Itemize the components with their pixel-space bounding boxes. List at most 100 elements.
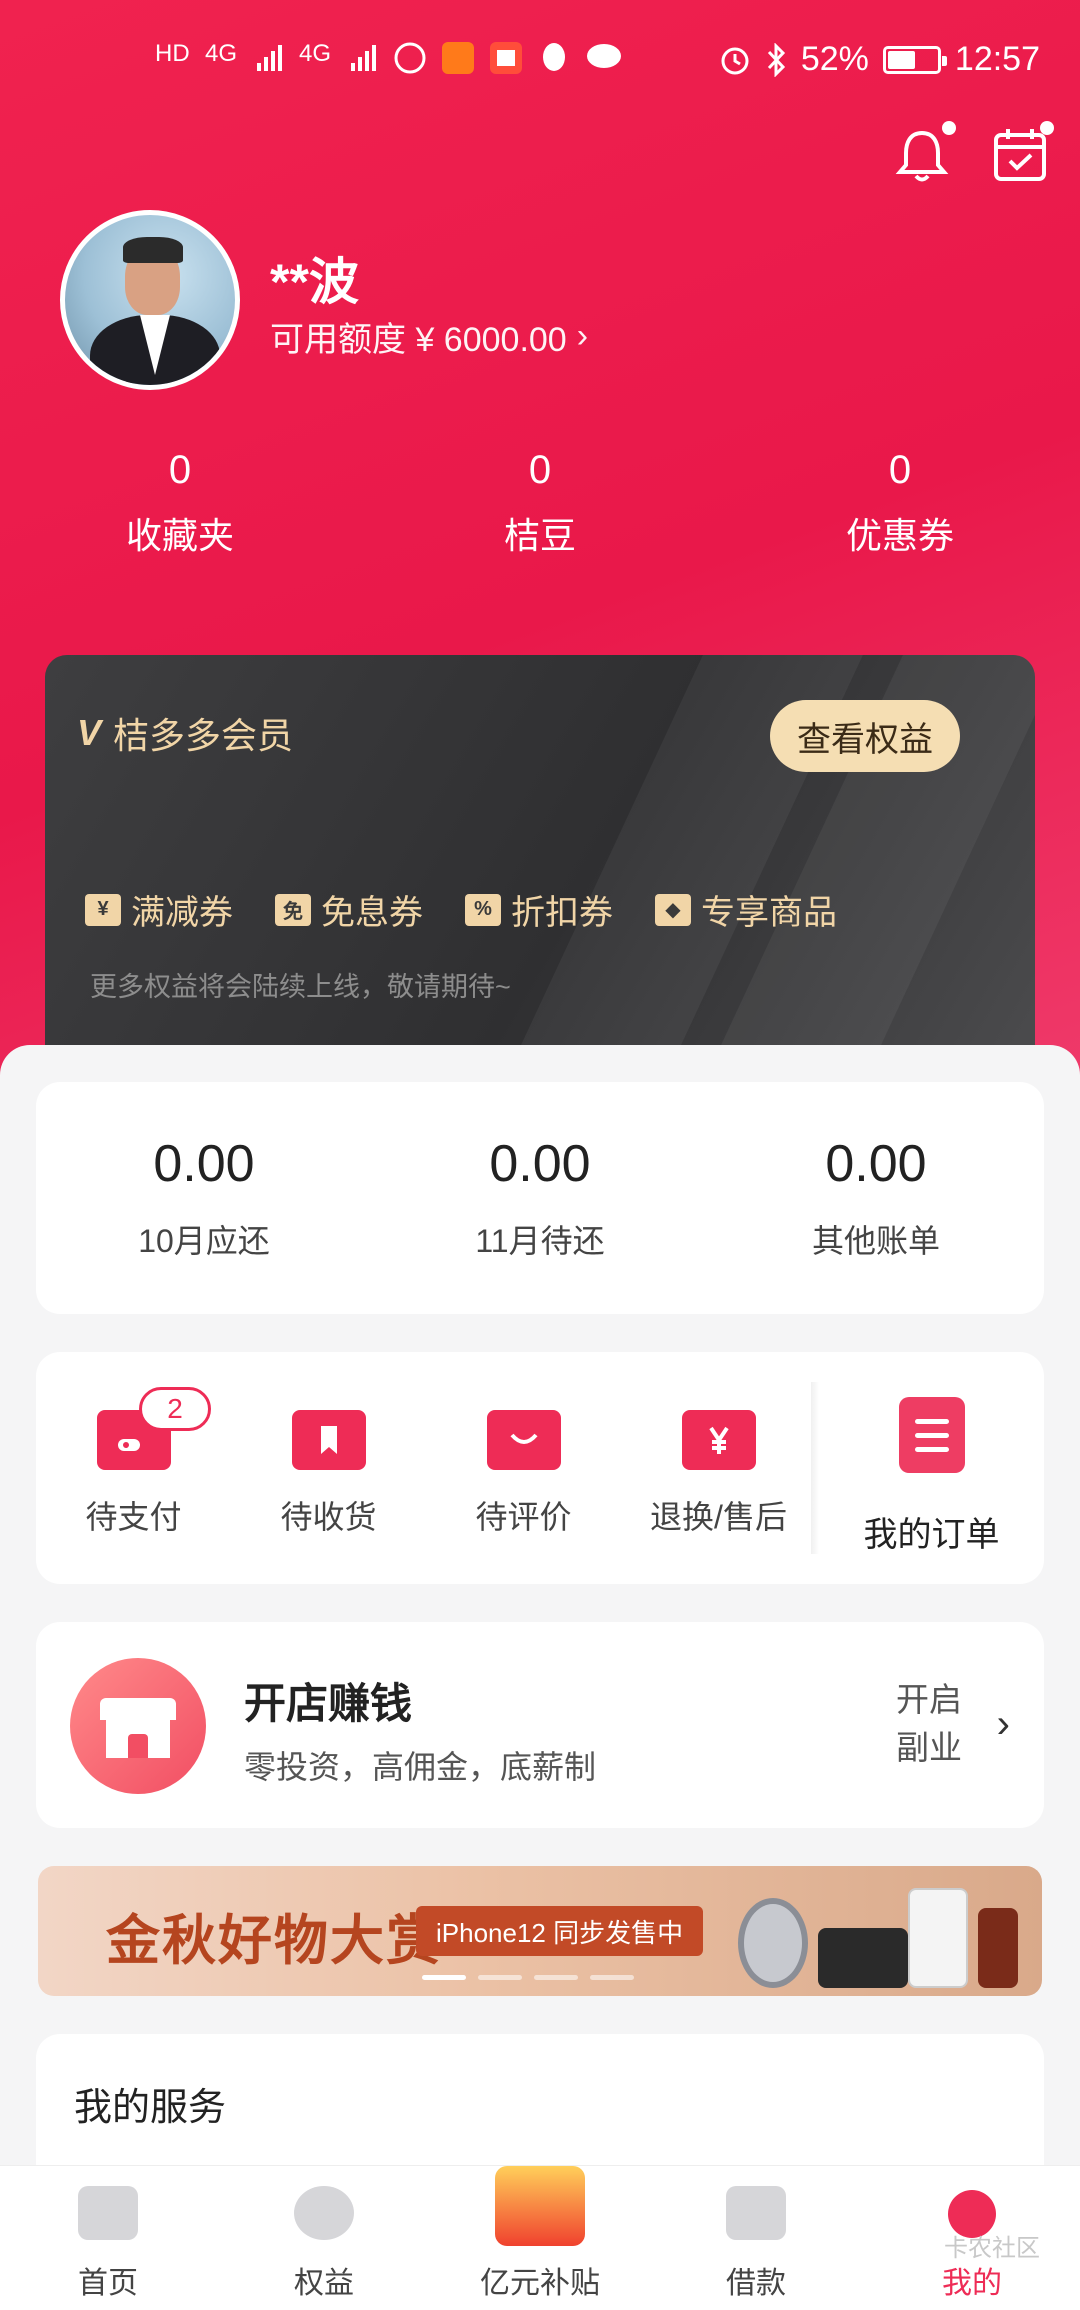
bill-amount: 0.00	[489, 1135, 591, 1193]
perk-label: 折扣券	[511, 894, 613, 932]
coupon-icon: ¥	[85, 893, 121, 926]
shop-title: 开店赚钱	[244, 1680, 413, 1727]
signal-bars-icon	[351, 45, 376, 71]
shop-roof	[100, 1698, 176, 1720]
perk-label: 专享商品	[701, 894, 837, 932]
battery-icon	[882, 45, 947, 74]
order-label: 退换/售后	[650, 1499, 787, 1535]
package-icon	[291, 1410, 366, 1470]
stat-favorites[interactable]: 0 收藏夹	[0, 448, 360, 559]
my-orders-label: 我的订单	[863, 1516, 1000, 1554]
stat-label: 桔豆	[503, 515, 576, 556]
bill-november[interactable]: 0.00 11月待还	[372, 1082, 708, 1314]
status-icons-left: HD 4G 4G	[155, 40, 623, 76]
status-bar: HD 4G 4G 52% 12:57	[0, 0, 1080, 125]
hd-icon: HD	[155, 40, 190, 67]
shopping-bag-icon	[78, 2186, 138, 2240]
wallet-clasp-icon	[117, 1439, 140, 1451]
tab-subsidy[interactable]: 亿元补贴	[432, 2166, 648, 2310]
credit-limit-link[interactable]: 可用额度 ¥ 6000.00 ›	[270, 312, 588, 361]
carousel-indicator	[422, 1975, 634, 1980]
status-icons-right: 52% 12:57	[719, 40, 1040, 79]
bill-other[interactable]: 0.00 其他账单	[708, 1082, 1044, 1314]
perk-full-reduction-coupon[interactable]: ¥ 满减券	[85, 885, 233, 934]
check-in-button[interactable]	[990, 121, 1054, 185]
carousel-dot	[590, 1975, 634, 1980]
tab-benefits[interactable]: 权益	[216, 2166, 432, 2310]
vip-membership-card[interactable]: V 桔多多会员 查看权益 ¥ 满减券 免 免息券 % 折扣券 ◆ 专享商品 更多…	[45, 655, 1035, 1055]
perk-interest-free-coupon[interactable]: 免 免息券	[275, 885, 423, 934]
bill-label: 11月待还	[475, 1223, 605, 1259]
check-in-dot	[1040, 121, 1054, 135]
order-label: 待评价	[475, 1499, 572, 1535]
stat-beans[interactable]: 0 桔豆	[360, 448, 720, 559]
orange-icon	[294, 2186, 354, 2240]
tab-home[interactable]: 首页	[0, 2166, 216, 2310]
credit-limit-text: 可用额度 ¥ 6000.00	[270, 321, 567, 359]
promo-banner[interactable]: 金秋好物大赏 iPhone12 同步发售中	[38, 1866, 1042, 1996]
alarm-icon	[721, 47, 749, 74]
bill-label: 10月应还	[138, 1223, 270, 1259]
header-actions	[892, 121, 1054, 185]
cosmetic-image	[978, 1908, 1018, 1988]
diamond-icon: ◆	[655, 893, 691, 926]
username: **波	[270, 254, 359, 310]
comment-icon	[486, 1410, 561, 1470]
vip-logo-icon: V	[77, 712, 102, 753]
stat-label: 优惠券	[845, 515, 954, 556]
banner-tag: iPhone12 同步发售中	[416, 1906, 704, 1956]
order-pending-delivery[interactable]: 待收货	[231, 1352, 426, 1584]
perk-discount-coupon[interactable]: % 折扣券	[465, 885, 613, 934]
phone-image	[908, 1888, 968, 1988]
avatar-hair	[123, 237, 183, 263]
stat-label: 收藏夹	[125, 515, 234, 556]
stat-value: 0	[528, 448, 552, 492]
bill-october[interactable]: 0.00 10月应还	[36, 1082, 372, 1314]
tab-loan[interactable]: 借款	[648, 2166, 864, 2310]
tab-label: 首页	[78, 2267, 138, 2300]
order-label: 待支付	[85, 1499, 182, 1535]
chevron-right-icon: ›	[576, 317, 589, 355]
notification-button[interactable]	[892, 121, 956, 185]
view-benefits-button[interactable]: 查看权益	[770, 700, 960, 772]
stat-value: 0	[888, 448, 912, 492]
signal-4g-icon: 4G	[299, 40, 332, 67]
bills-card: 0.00 10月应还 0.00 11月待还 0.00 其他账单	[36, 1082, 1044, 1314]
open-shop-card[interactable]: 开店赚钱 零投资，高佣金，底薪制 开启副业 ›	[36, 1622, 1044, 1828]
battery-fill	[887, 50, 915, 69]
qq-icon	[543, 43, 565, 71]
tab-label: 借款	[726, 2267, 786, 2300]
bill-label: 其他账单	[811, 1223, 940, 1259]
refund-icon	[681, 1410, 756, 1470]
chevron-right-icon: ›	[996, 1702, 1010, 1746]
bill-amount: 0.00	[153, 1135, 255, 1193]
watermark: 卡农社区	[944, 2235, 1040, 2262]
wallet-icon	[726, 2186, 786, 2240]
vip-perks: ¥ 满减券 免 免息券 % 折扣券 ◆ 专享商品	[85, 885, 837, 934]
calendar-check-icon	[994, 129, 1046, 181]
battery-percentage: 52%	[800, 40, 869, 78]
orders-divider	[811, 1382, 819, 1554]
my-orders-button[interactable]: 我的订单	[819, 1352, 1044, 1584]
avatar[interactable]	[60, 210, 240, 390]
banner-products-image	[698, 1878, 1028, 1988]
perk-label: 免息券	[321, 894, 423, 932]
tab-label: 权益	[294, 2267, 354, 2300]
yen-icon	[708, 1426, 729, 1454]
order-pending-payment[interactable]: 2 待支付	[36, 1352, 231, 1584]
order-refund-aftersale[interactable]: 退换/售后	[621, 1352, 816, 1584]
bill-amount: 0.00	[825, 1135, 927, 1193]
reader-icon	[490, 42, 522, 74]
bookmark-icon	[320, 1426, 337, 1454]
clipboard-icon	[898, 1397, 965, 1473]
perk-exclusive-goods[interactable]: ◆ 专享商品	[655, 885, 837, 934]
stat-coupons[interactable]: 0 优惠券	[720, 448, 1080, 559]
order-pending-review[interactable]: 待评价	[426, 1352, 621, 1584]
shop-icon	[70, 1658, 206, 1794]
profile-stats: 0 收藏夹 0 桔豆 0 优惠券	[0, 448, 1080, 559]
interest-free-icon: 免	[275, 893, 311, 926]
carousel-dot	[534, 1975, 578, 1980]
vip-title-text: 桔多多会员	[113, 715, 294, 756]
taobao-icon	[442, 42, 474, 74]
shop-cta[interactable]: 开启副业	[894, 1676, 964, 1772]
